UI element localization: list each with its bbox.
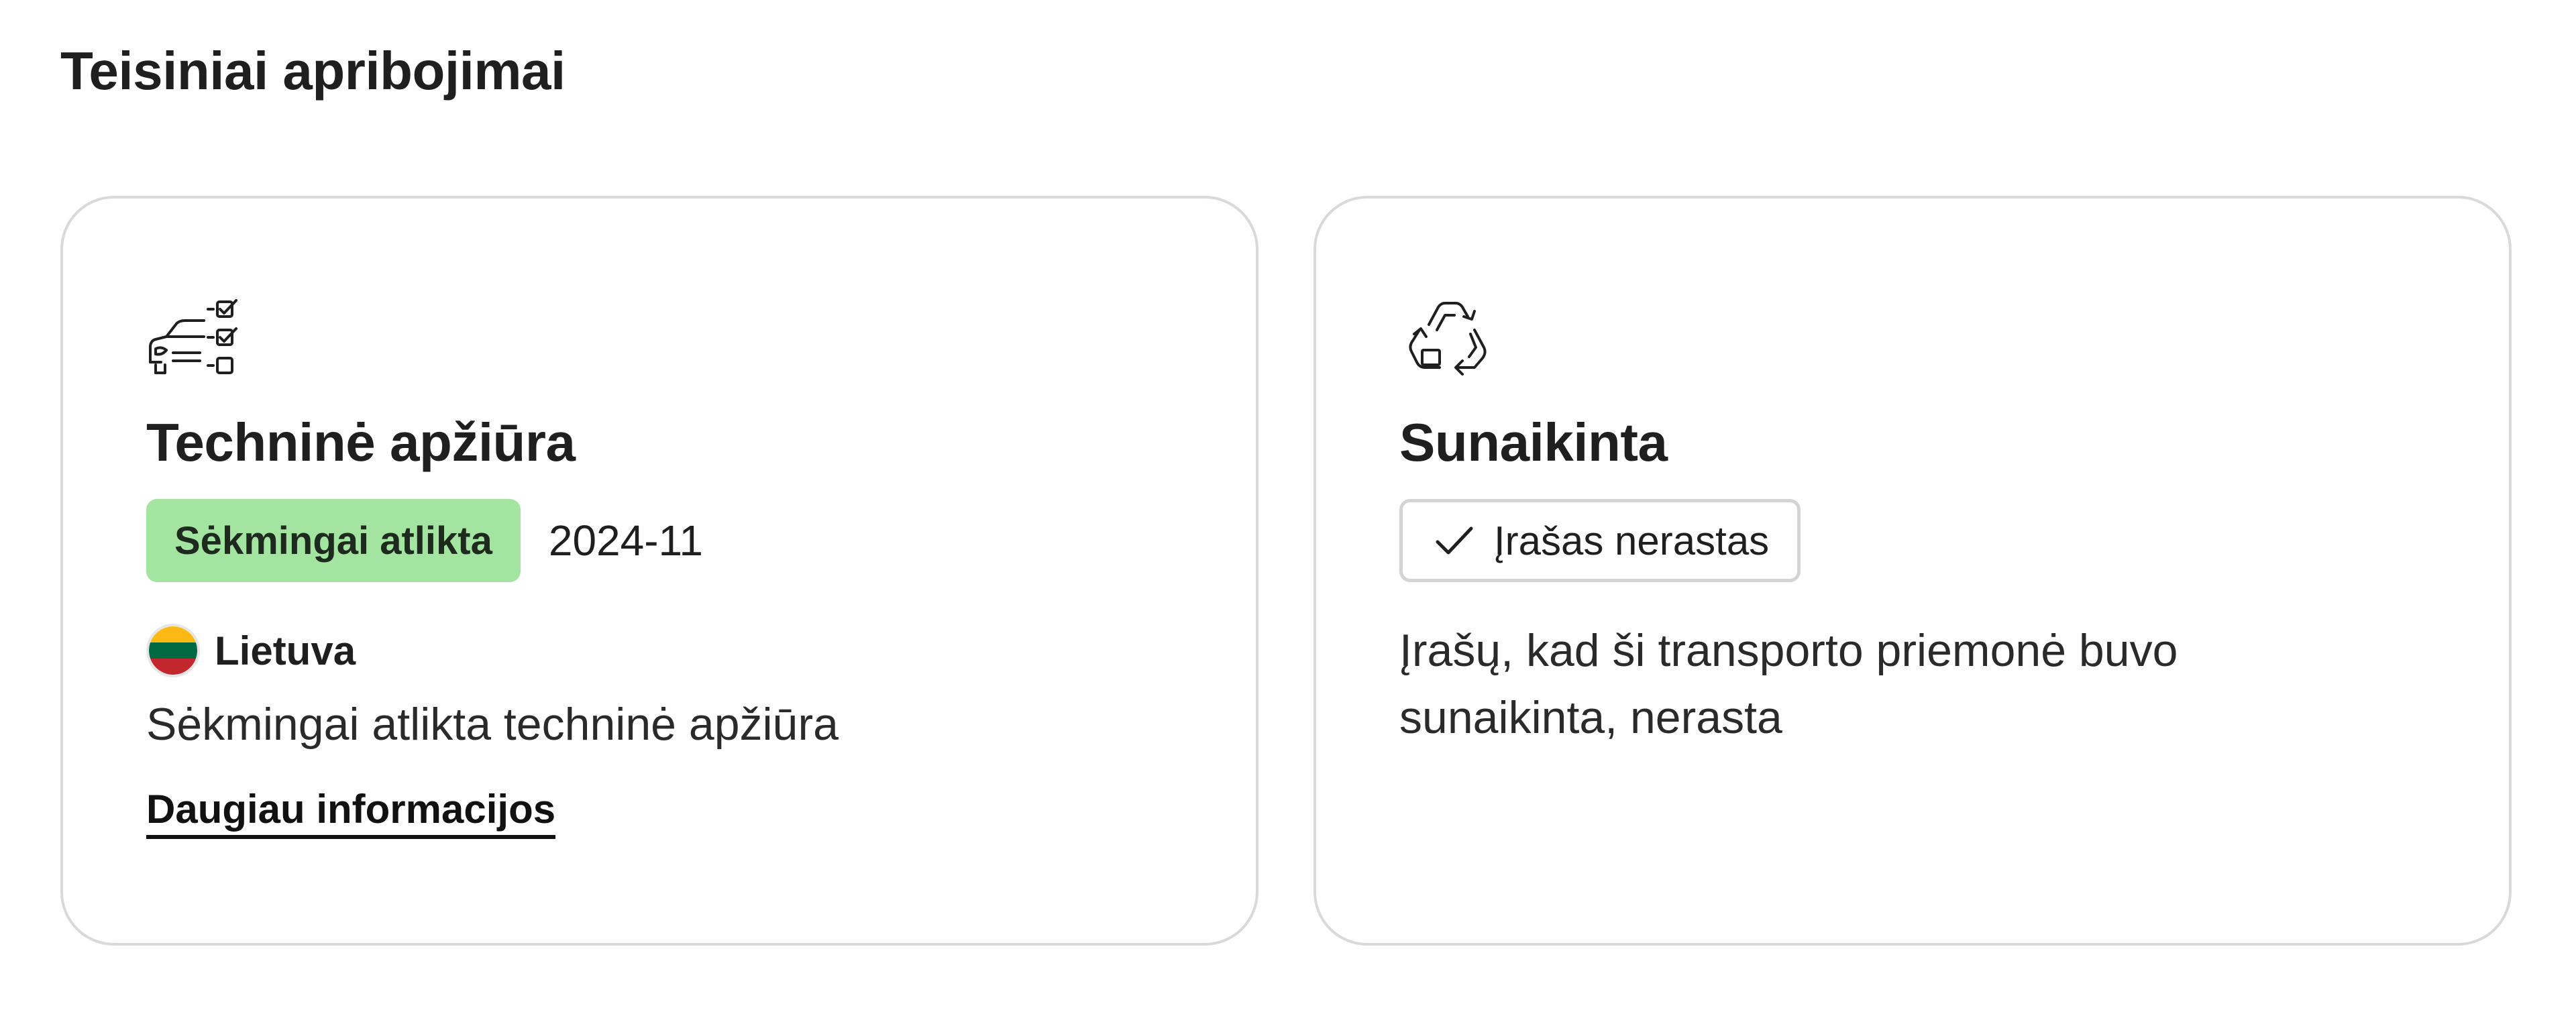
card-title: Techninė apžiūra (146, 412, 576, 472)
card-title: Sunaikinta (1399, 412, 1668, 472)
page-title: Teisiniai apribojimai (60, 41, 566, 101)
checkmark-icon (1435, 524, 1474, 557)
country-name: Lietuva (215, 628, 356, 673)
card-description: Sėkmingai atlikta techninė apžiūra (146, 699, 839, 750)
country-row: Lietuva (146, 622, 1173, 679)
card-description: Įrašų, kad ši transporto priemonė buvo s… (1399, 625, 2178, 743)
scrapped-card: Sunaikinta Įrašas nerastas Įrašų, kad ši… (1313, 196, 2512, 946)
recycle-icon (1399, 298, 1501, 378)
inspection-status-row: Sėkmingai atlikta 2024-11 (146, 499, 1173, 582)
status-badge: Įrašas nerastas (1399, 499, 1801, 582)
legal-restrictions-page: Teisiniai apribojimai Techninė apžiūra S… (0, 0, 2576, 1010)
status-badge-label: Įrašas nerastas (1494, 518, 1770, 563)
technical-inspection-card: Techninė apžiūra Sėkmingai atlikta 2024-… (60, 196, 1258, 946)
scrapped-status-row: Įrašas nerastas (1399, 499, 2426, 582)
lithuania-flag-icon (146, 624, 200, 677)
inspection-date: 2024-11 (548, 516, 703, 565)
car-checklist-icon (146, 298, 248, 378)
status-badge: Sėkmingai atlikta (146, 499, 521, 582)
restriction-cards: Techninė apžiūra Sėkmingai atlikta 2024-… (60, 196, 2512, 946)
more-information-link[interactable]: Daugiau informacijos (146, 786, 556, 839)
